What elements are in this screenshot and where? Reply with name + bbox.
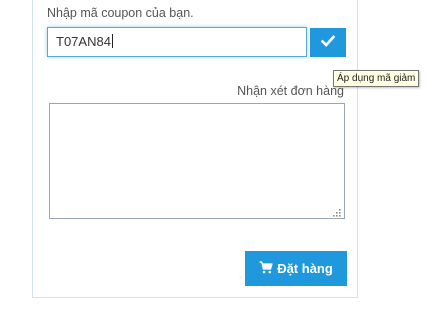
apply-coupon-tooltip: Áp dụng mã giảm — [333, 70, 420, 87]
shopping-cart-icon — [259, 260, 273, 277]
coupon-label: Nhập mã coupon của bạn. — [47, 6, 194, 20]
place-order-label: Đặt hàng — [277, 261, 333, 276]
order-note-textarea[interactable] — [49, 103, 345, 219]
coupon-input-value: T07AN84 — [56, 34, 111, 49]
place-order-button[interactable]: Đặt hàng — [245, 251, 347, 286]
apply-coupon-button[interactable] — [310, 28, 346, 57]
text-caret — [111, 34, 113, 48]
check-icon — [320, 35, 336, 50]
order-note-label: Nhận xét đơn hàng — [237, 84, 344, 98]
coupon-input[interactable]: T07AN84 — [47, 27, 307, 57]
resize-grip-icon[interactable] — [331, 205, 342, 217]
